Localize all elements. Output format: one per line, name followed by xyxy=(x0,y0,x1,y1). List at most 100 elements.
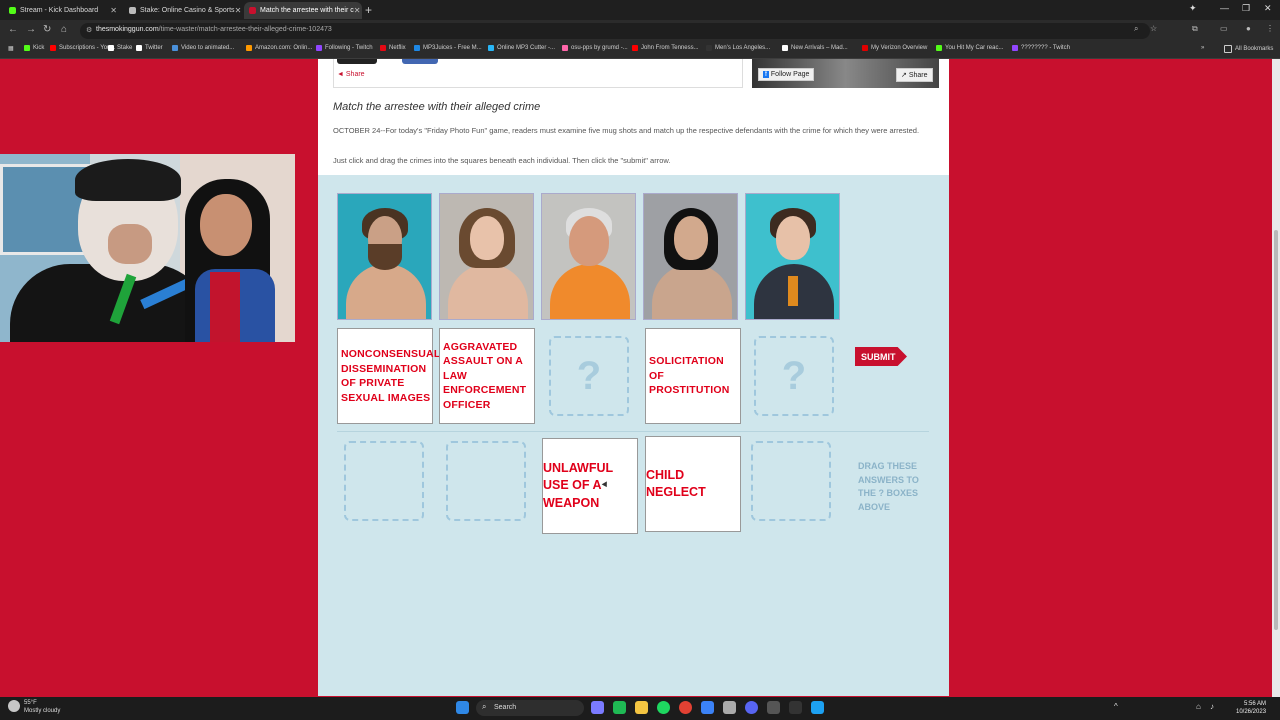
bookmark-item[interactable]: Men's Los Angeles... xyxy=(706,45,770,51)
bookmark-item[interactable]: Kick xyxy=(24,45,44,51)
bookmark-star-icon[interactable]: ☆ xyxy=(1150,24,1157,33)
back-icon[interactable]: ← xyxy=(8,24,18,35)
bookmark-favicon-icon xyxy=(562,45,568,51)
bookmark-item[interactable]: John From Tenness... xyxy=(632,45,699,51)
bookmark-favicon-icon xyxy=(136,45,142,51)
new-tab-button[interactable]: + xyxy=(365,3,372,17)
answer-slot-2[interactable]: AGGRAVATED ASSAULT ON A LAW ENFORCEMENT … xyxy=(439,328,535,424)
bookmark-item[interactable]: Netflix xyxy=(380,45,406,51)
apps-icon[interactable]: ▦ xyxy=(8,45,14,52)
minimize-button[interactable]: — xyxy=(1220,3,1229,13)
tweet-button[interactable] xyxy=(337,59,377,64)
answer-slot-4[interactable]: SOLICITATION OF PROSTITUTION xyxy=(645,328,741,424)
puzzle-icon[interactable]: ⧉ xyxy=(1192,24,1198,34)
discord-icon[interactable] xyxy=(745,701,758,714)
sidepanel-icon[interactable]: ▭ xyxy=(1220,24,1228,33)
bookmark-item[interactable]: New Arrivals – Mad... xyxy=(782,45,848,51)
reload-icon[interactable]: ↻ xyxy=(43,24,51,35)
mugshot-3 xyxy=(541,193,636,320)
bookmark-favicon-icon xyxy=(862,45,868,51)
zoom-icon[interactable]: ⌕ xyxy=(1134,24,1138,34)
close-icon[interactable]: ✕ xyxy=(354,6,361,15)
scrollbar-thumb[interactable] xyxy=(1274,230,1278,630)
menu-icon[interactable]: ⋮ xyxy=(1266,24,1274,33)
answer-card-child-neglect[interactable]: CHILD NEGLECT xyxy=(645,436,741,532)
bookmark-item[interactable]: My Verizon Overview xyxy=(862,45,927,51)
share-arrow-icon: ↗ xyxy=(901,72,907,79)
weather-widget[interactable]: 55°F Mostly cloudy xyxy=(24,699,60,715)
copilot-icon[interactable] xyxy=(591,701,604,714)
answer-slot-1[interactable]: NONCONSENSUAL DISSEMINATION OF PRIVATE S… xyxy=(337,328,440,424)
tab-match-arrestee[interactable]: Match the arrestee with their c ✕ xyxy=(244,2,362,19)
site-info-icon[interactable]: ⚙ xyxy=(86,26,92,34)
answer-card-weapon[interactable]: UNLAWFUL USE OF A WEAPON xyxy=(542,438,638,534)
extensions-icon[interactable]: ✦ xyxy=(1189,3,1197,14)
close-icon[interactable]: ✕ xyxy=(110,6,117,15)
home-icon[interactable]: ⌂ xyxy=(61,24,67,35)
page-title: Match the arrestee with their alleged cr… xyxy=(333,101,541,113)
bookmark-item[interactable]: ???????? - Twitch xyxy=(1012,45,1070,51)
bookmark-item[interactable]: Amazon.com: Onlin... xyxy=(246,45,312,51)
answer-slot-3[interactable]: ? xyxy=(549,336,629,416)
bookmark-item[interactable]: Twitter xyxy=(136,45,163,51)
bookmark-item[interactable]: Stake xyxy=(108,45,132,51)
network-icon[interactable]: ⌂ xyxy=(1196,702,1201,711)
mugshot-1 xyxy=(337,193,432,320)
kick-icon xyxy=(9,7,16,14)
taskbar-search[interactable] xyxy=(476,700,584,716)
all-bookmarks[interactable]: All Bookmarks xyxy=(1224,45,1273,53)
drag-hint: DRAG THESE ANSWERS TO THE ? BOXES ABOVE xyxy=(858,461,919,512)
url-text: thesmokinggun.com/time-waster/match-arre… xyxy=(96,26,332,33)
answer-slot-5[interactable]: ? xyxy=(754,336,834,416)
folder-icon xyxy=(1224,45,1232,53)
bookmark-favicon-icon xyxy=(488,45,494,51)
facebook-like-button[interactable] xyxy=(402,59,438,64)
bookmark-item[interactable]: Following - Twitch xyxy=(316,45,373,51)
game-instructions: Just click and drag the crimes into the … xyxy=(333,156,671,165)
bookmark-favicon-icon xyxy=(172,45,178,51)
app-c-icon[interactable] xyxy=(723,701,736,714)
app-g-icon[interactable] xyxy=(789,701,802,714)
bookmark-item[interactable]: MP3Juices - Free M... xyxy=(414,45,482,51)
close-icon[interactable]: ✕ xyxy=(235,6,242,15)
search-icon: ⌕ xyxy=(482,702,487,711)
social-share-box xyxy=(333,59,743,88)
tray-chevron-icon[interactable]: ^ xyxy=(1114,702,1118,711)
app-h-icon[interactable] xyxy=(811,701,824,714)
bookmark-item[interactable]: Video to animated... xyxy=(172,45,234,51)
bookmark-favicon-icon xyxy=(108,45,114,51)
fb-share-button[interactable]: ↗ Share xyxy=(896,68,933,82)
bookmark-favicon-icon xyxy=(1012,45,1018,51)
volume-icon[interactable]: ♪ xyxy=(1210,702,1214,711)
close-window-button[interactable]: ✕ xyxy=(1264,3,1272,14)
obs-icon[interactable] xyxy=(767,701,780,714)
tab-kick-dashboard[interactable]: Stream - Kick Dashboard ✕ xyxy=(4,2,122,19)
spotify-icon[interactable] xyxy=(657,701,670,714)
bookmark-item[interactable]: Subscriptions - You... xyxy=(50,45,115,51)
fb-follow-button[interactable]: f Follow Page xyxy=(758,68,815,81)
tab-stake[interactable]: Stake: Online Casino & Sports ✕ xyxy=(124,2,242,19)
taskbar-clock[interactable]: 5:56 AM 10/26/2023 xyxy=(1236,700,1266,716)
bookmark-item[interactable]: Online MP3 Cutter -... xyxy=(488,45,555,51)
photos-icon[interactable] xyxy=(701,701,714,714)
bookmark-favicon-icon xyxy=(706,45,712,51)
bookmark-item[interactable]: You Hit My Car reac... xyxy=(936,45,1003,51)
bookmark-favicon-icon xyxy=(936,45,942,51)
more-bookmarks-icon[interactable]: » xyxy=(1201,45,1204,51)
forward-icon[interactable]: → xyxy=(26,24,36,35)
submit-button[interactable]: SUBMIT xyxy=(855,347,907,366)
mugshot-5 xyxy=(745,193,840,320)
profile-icon[interactable]: ● xyxy=(1246,24,1251,33)
facebook-icon: f xyxy=(763,71,769,78)
weather-icon[interactable] xyxy=(8,700,20,712)
app-icon[interactable] xyxy=(613,701,626,714)
divider xyxy=(337,431,929,432)
maximize-button[interactable]: ❐ xyxy=(1242,3,1250,14)
chrome-icon[interactable] xyxy=(679,701,692,714)
start-icon[interactable] xyxy=(456,701,469,714)
answer-pool-empty-3 xyxy=(751,441,831,521)
file-explorer-icon[interactable] xyxy=(635,701,648,714)
share-link[interactable]: ◄ Share xyxy=(337,71,365,78)
bookmark-item[interactable]: osu-pps by grumd -... xyxy=(562,45,628,51)
search-label: Search xyxy=(494,704,517,711)
